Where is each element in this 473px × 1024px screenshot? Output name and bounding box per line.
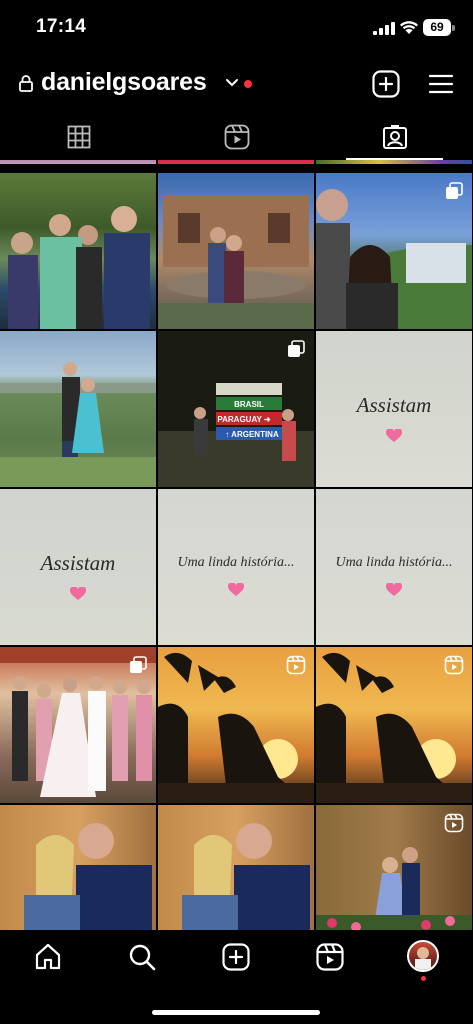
post-thumbnail[interactable]: [0, 173, 156, 329]
status-bar: 17:14 69: [0, 0, 473, 54]
post-caption-text: Assistam: [356, 393, 432, 417]
bottom-navigation: [0, 930, 473, 1024]
post-thumbnail[interactable]: [158, 160, 314, 164]
post-thumbnail[interactable]: [316, 647, 472, 803]
photo-couple-bamboo: [24, 823, 152, 930]
photo-people: [8, 206, 150, 329]
carousel-icon: [130, 656, 147, 673]
photo-couple-dam: [0, 362, 156, 487]
menu-button[interactable]: [428, 72, 454, 96]
post-thumbnail[interactable]: [316, 805, 472, 930]
post-thumbnail[interactable]: Assistam: [316, 331, 472, 487]
wifi-icon: [400, 21, 418, 34]
profile-avatar[interactable]: [407, 940, 439, 972]
svg-text:PARAGUAY ➜: PARAGUAY ➜: [217, 415, 271, 424]
tab-tagged[interactable]: [316, 114, 473, 160]
post-thumbnail[interactable]: [158, 805, 314, 930]
create-button[interactable]: [372, 70, 400, 98]
post-thumbnail[interactable]: [0, 647, 156, 803]
reel-indicator-icon: [444, 655, 464, 675]
carousel-icon: [446, 182, 463, 199]
reel-indicator-icon: [286, 655, 306, 675]
reel-indicator-icon: [444, 813, 464, 833]
chevron-down-icon[interactable]: [225, 78, 239, 88]
heart-icon: [70, 587, 86, 600]
notification-dot: [244, 80, 252, 88]
search-icon[interactable]: [127, 942, 157, 972]
post-caption-text: Uma linda história...: [177, 555, 295, 570]
reels-icon: [224, 124, 249, 150]
photo-building-couple: [158, 195, 314, 329]
battery-indicator: 69: [423, 19, 455, 36]
notification-dot: [421, 976, 426, 981]
grid-icon: [67, 125, 90, 149]
account-username[interactable]: danielgsoares: [41, 68, 207, 97]
post-thumbnail[interactable]: BRASIL PARAGUAY ➜ ↑ ARGENTINA: [158, 331, 314, 487]
posts-grid: BRASIL PARAGUAY ➜ ↑ ARGENTINA Assistam A…: [0, 160, 473, 930]
post-thumbnail[interactable]: [0, 331, 156, 487]
create-icon[interactable]: [221, 942, 251, 972]
battery-tip: [452, 25, 455, 31]
post-thumbnail[interactable]: [0, 805, 156, 930]
post-thumbnail[interactable]: [0, 160, 156, 164]
heart-icon: [386, 583, 402, 596]
tab-reels[interactable]: [158, 114, 315, 160]
post-caption-text: Uma linda história...: [335, 555, 453, 570]
heart-icon: [386, 429, 402, 442]
avatar-photo: [415, 947, 431, 970]
post-caption-text: Assistam: [40, 551, 116, 575]
home-indicator[interactable]: [152, 1010, 320, 1015]
home-icon[interactable]: [33, 942, 63, 972]
cellular-signal-icon: [373, 22, 395, 35]
tagged-icon: [382, 125, 407, 149]
post-thumbnail[interactable]: [316, 173, 472, 329]
heart-icon: [228, 583, 244, 596]
post-thumbnail[interactable]: Assistam: [0, 489, 156, 645]
profile-tabs: [0, 114, 473, 160]
tab-posts-grid[interactable]: [0, 114, 157, 160]
post-thumbnail[interactable]: [316, 160, 472, 164]
post-thumbnail[interactable]: [158, 647, 314, 803]
svg-text:↑ ARGENTINA: ↑ ARGENTINA: [225, 430, 279, 439]
reels-icon[interactable]: [315, 942, 345, 972]
post-thumbnail[interactable]: Uma linda história...: [316, 489, 472, 645]
profile-header: danielgsoares: [0, 54, 473, 114]
carousel-icon: [288, 340, 305, 357]
photo-couple-bamboo: [182, 823, 310, 930]
status-time: 17:14: [36, 16, 87, 37]
lock-icon: [19, 75, 33, 92]
post-thumbnail[interactable]: Uma linda história...: [158, 489, 314, 645]
battery-level: 69: [423, 19, 451, 36]
post-thumbnail[interactable]: [158, 173, 314, 329]
svg-text:BRASIL: BRASIL: [234, 400, 264, 409]
